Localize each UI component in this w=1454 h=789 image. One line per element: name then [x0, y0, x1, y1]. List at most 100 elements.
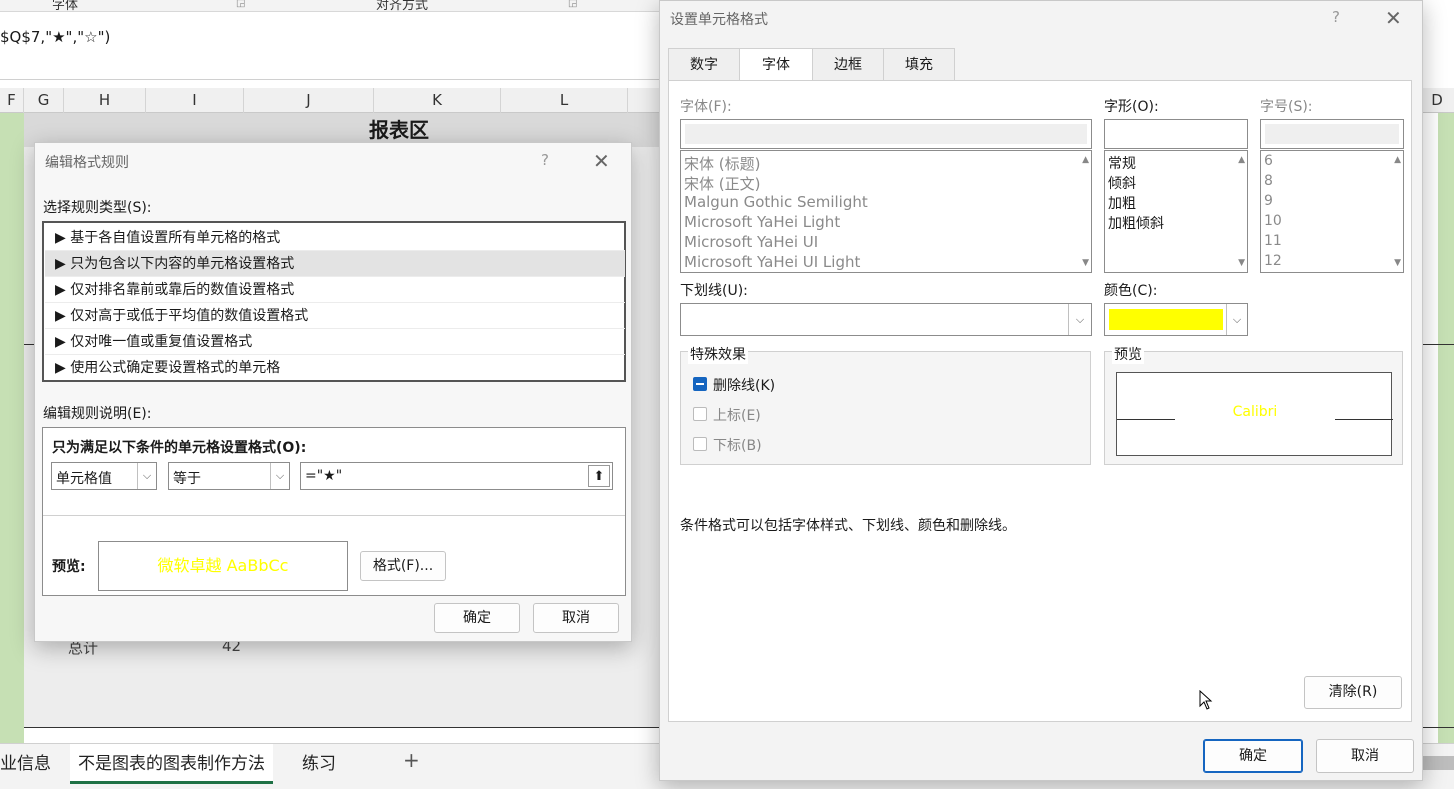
font-style-item[interactable]: 倾斜: [1108, 173, 1136, 193]
font-style-input[interactable]: [1104, 119, 1248, 149]
font-label: 字体(F):: [680, 99, 732, 115]
column-i[interactable]: I: [146, 88, 244, 113]
underline-select[interactable]: ⌵: [680, 303, 1092, 336]
chevron-down-icon[interactable]: ⌵: [137, 463, 156, 489]
rule-type-item[interactable]: ▶ 仅对高于或低于平均值的数值设置格式: [45, 303, 625, 329]
subscript-label[interactable]: 下标(B): [713, 435, 762, 455]
formula-bar[interactable]: [0, 12, 660, 80]
superscript-label[interactable]: 上标(E): [713, 405, 761, 425]
font-style-item[interactable]: 常规: [1108, 153, 1136, 173]
font-size-list[interactable]: 6 8 9 10 11 12 ▲ ▼: [1260, 150, 1404, 273]
color-swatch: [1109, 309, 1223, 330]
preview-text: Calibri: [1232, 404, 1278, 420]
close-icon[interactable]: ✕: [1385, 8, 1402, 28]
ribbon-strip: 字体 ◲ 对齐方式 ◲: [0, 0, 660, 12]
font-style-item[interactable]: 加粗: [1108, 193, 1136, 213]
rule-type-list[interactable]: ▶ 基于各自值设置所有单元格的格式 ▶ 只为包含以下内容的单元格设置格式 ▶ 仅…: [42, 221, 626, 382]
column-h[interactable]: H: [64, 88, 146, 113]
info-text: 条件格式可以包括字体样式、下划线、颜色和删除线。: [680, 518, 1016, 534]
effects-label: 特殊效果: [688, 344, 748, 364]
format-button[interactable]: 格式(F)...: [360, 551, 446, 581]
condition-operator-select[interactable]: 等于 ⌵: [168, 462, 290, 490]
rule-type-item[interactable]: ▶ 仅对唯一值或重复值设置格式: [45, 329, 625, 355]
font-tab-panel: 字体(F): 宋体 (标题) 宋体 (正文) Malgun Gothic Sem…: [668, 80, 1412, 722]
font-list-item[interactable]: Malgun Gothic Semilight: [684, 193, 868, 211]
sheet-tab-info[interactable]: 业信息: [0, 744, 59, 784]
edit-desc-label: 编辑规则说明(E):: [43, 406, 152, 422]
color-picker[interactable]: ⌵: [1104, 303, 1248, 336]
close-icon[interactable]: ✕: [593, 151, 610, 171]
ribbon-group-font: 字体: [52, 0, 79, 12]
help-icon[interactable]: ?: [541, 151, 549, 169]
font-input[interactable]: [680, 119, 1092, 149]
font-list-item[interactable]: Microsoft YaHei Light: [684, 213, 840, 231]
column-d[interactable]: D: [1420, 88, 1454, 113]
font-style-item[interactable]: 加粗倾斜: [1108, 213, 1164, 233]
sheet-tab-practice[interactable]: 练习: [294, 744, 344, 784]
preview-label: 预览: [1112, 344, 1144, 364]
column-l[interactable]: L: [501, 88, 628, 113]
ok-button[interactable]: 确定: [1203, 739, 1303, 773]
font-size-item[interactable]: 8: [1264, 173, 1273, 189]
font-size-item[interactable]: 9: [1264, 193, 1273, 209]
font-list[interactable]: 宋体 (标题) 宋体 (正文) Malgun Gothic Semilight …: [680, 150, 1092, 273]
green-border-left: [0, 113, 24, 743]
font-size-input[interactable]: [1260, 119, 1404, 149]
strikethrough-label[interactable]: 删除线(K): [713, 375, 775, 395]
clear-button[interactable]: 清除(R): [1304, 676, 1402, 709]
strikethrough-checkbox[interactable]: [693, 377, 707, 391]
tab-number[interactable]: 数字: [668, 48, 740, 80]
rule-type-item[interactable]: ▶ 使用公式确定要设置格式的单元格: [45, 355, 625, 381]
dialog-launcher-icon[interactable]: ◲: [236, 0, 245, 9]
chevron-down-icon[interactable]: ⌵: [1068, 304, 1091, 335]
font-list-item[interactable]: 宋体 (标题): [684, 153, 760, 174]
effects-group: 特殊效果 删除线(K) 上标(E) 下标(B): [680, 344, 1091, 465]
format-cells-dialog: 设置单元格格式 ? ✕ 数字 字体 边框 填充 字体(F): 宋体 (标题) 宋…: [659, 0, 1423, 781]
rule-type-item-selected[interactable]: ▶ 只为包含以下内容的单元格设置格式: [45, 251, 625, 277]
font-size-item[interactable]: 11: [1264, 233, 1282, 249]
column-g[interactable]: G: [24, 88, 64, 113]
font-size-item[interactable]: 12: [1264, 253, 1282, 269]
dialog-launcher-icon[interactable]: ◲: [568, 0, 577, 9]
tab-fill[interactable]: 填充: [883, 48, 955, 80]
condition-operator-value: 等于: [173, 471, 201, 487]
horizontal-scrollbar[interactable]: [1420, 756, 1454, 770]
chevron-down-icon[interactable]: ⌵: [1226, 304, 1247, 335]
rule-type-item[interactable]: ▶ 仅对排名靠前或靠后的数值设置格式: [45, 277, 625, 303]
ok-button[interactable]: 确定: [434, 603, 520, 633]
sheet-tab-chart-methods[interactable]: 不是图表的图表制作方法: [70, 744, 273, 784]
superscript-checkbox[interactable]: [693, 407, 707, 421]
column-f[interactable]: F: [0, 88, 24, 113]
add-sheet-button[interactable]: +: [403, 748, 420, 772]
formula-text[interactable]: $Q$7,"★","☆"): [0, 28, 110, 46]
font-size-item[interactable]: 10: [1264, 213, 1282, 229]
rule-description-panel: 只为满足以下条件的单元格设置格式(O): 单元格值 ⌵ 等于 ⌵ ="★" ⬆ …: [42, 427, 626, 596]
font-list-item[interactable]: Microsoft YaHei UI: [684, 233, 818, 251]
font-size-input-disabled: [1265, 124, 1399, 144]
tab-border[interactable]: 边框: [812, 48, 884, 80]
scroll-up-icon[interactable]: ▲: [1238, 155, 1245, 165]
scroll-up-icon[interactable]: ▲: [1394, 155, 1401, 165]
rule-type-item[interactable]: ▶ 基于各自值设置所有单元格的格式: [45, 225, 625, 251]
scroll-down-icon[interactable]: ▼: [1394, 258, 1401, 268]
font-list-item[interactable]: Microsoft YaHei UI Light: [684, 253, 860, 271]
preview-label: 预览:: [52, 559, 86, 575]
cancel-button[interactable]: 取消: [533, 603, 619, 633]
scroll-up-icon[interactable]: ▲: [1082, 155, 1089, 165]
range-picker-icon[interactable]: ⬆: [588, 465, 610, 487]
subscript-checkbox[interactable]: [693, 437, 707, 451]
font-style-list[interactable]: 常规 倾斜 加粗 加粗倾斜 ▲ ▼: [1104, 150, 1248, 273]
column-k[interactable]: K: [374, 88, 501, 113]
scroll-down-icon[interactable]: ▼: [1238, 258, 1245, 268]
font-size-item[interactable]: 6: [1264, 153, 1273, 169]
tab-font[interactable]: 字体: [739, 48, 813, 81]
scroll-down-icon[interactable]: ▼: [1082, 258, 1089, 268]
preview-box: 微软卓越 AaBbCc: [98, 541, 348, 591]
font-list-item[interactable]: 宋体 (正文): [684, 173, 760, 194]
condition-field-select[interactable]: 单元格值 ⌵: [51, 462, 157, 490]
help-icon[interactable]: ?: [1332, 8, 1340, 26]
column-j[interactable]: J: [244, 88, 374, 113]
condition-value-input[interactable]: ="★" ⬆: [300, 462, 613, 490]
chevron-down-icon[interactable]: ⌵: [270, 463, 289, 489]
cancel-button[interactable]: 取消: [1316, 739, 1414, 773]
